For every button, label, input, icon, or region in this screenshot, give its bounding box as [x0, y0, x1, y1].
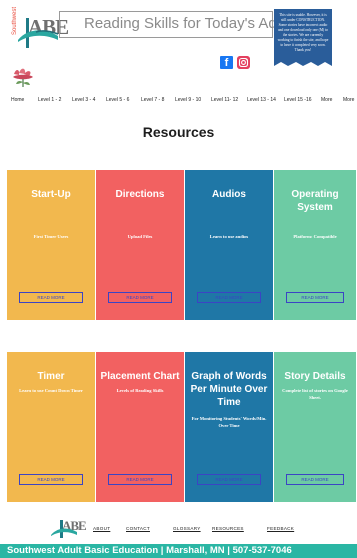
- nav-item-more[interactable]: More: [321, 97, 332, 103]
- card-operating-system: Operating System Platform: Compatible RE…: [274, 170, 356, 320]
- logo-side-text: Southwest: [12, 6, 18, 35]
- card-start-up: Start-Up First Timer Users READ MORE: [7, 170, 95, 320]
- card-subtitle: For Monitoring Students' Words/Min. Over…: [191, 416, 267, 428]
- nav-item-level-13-14[interactable]: Level 13 - 14: [247, 97, 276, 103]
- read-more-button[interactable]: READ MORE: [286, 474, 344, 485]
- footer-link-feedback[interactable]: FEEDBACK: [267, 526, 294, 531]
- card-subtitle: Platform: Compatible: [293, 234, 337, 239]
- footer-link-contact[interactable]: CONTACT: [126, 526, 150, 531]
- nav-item-level-7-8[interactable]: Level 7 - 8: [141, 97, 164, 103]
- read-more-button[interactable]: READ MORE: [19, 292, 83, 303]
- site-title: Reading Skills for Today's Adults: [84, 15, 301, 32]
- construction-notice: This site is usable. However, it is stil…: [274, 9, 332, 61]
- nav-item-more-2[interactable]: More: [343, 97, 354, 103]
- footer-link-glossary[interactable]: GLOSSARY: [173, 526, 201, 531]
- footer-link-resources[interactable]: RESOURCES: [212, 526, 244, 531]
- logo-swoosh-icon: [18, 30, 59, 42]
- read-more-button[interactable]: READ MORE: [108, 292, 172, 303]
- card-audios: Audios Learn to use audios READ MORE: [185, 170, 273, 320]
- card-directions: Directions Upload Files READ MORE: [96, 170, 184, 320]
- card-title: Timer: [37, 371, 65, 382]
- card-title: Audios: [212, 189, 246, 200]
- page-title: Resources: [142, 124, 215, 140]
- card-title: Start-Up: [31, 189, 71, 200]
- nav-item-home[interactable]: Home: [11, 97, 24, 103]
- card-title: Operating System: [291, 189, 339, 213]
- facebook-icon[interactable]: f: [220, 56, 233, 69]
- main-nav: Home Level 1 - 2 Level 3 - 4 Level 5 - 6…: [0, 94, 357, 106]
- footer-link-about[interactable]: ABOUT: [93, 526, 110, 531]
- card-title: Story Details: [284, 371, 346, 382]
- card-subtitle: Learn to use Count Down Timer: [19, 388, 83, 393]
- card-subtitle: First Timer Users: [33, 234, 69, 239]
- card-story-details: Story Details Complete list of stories o…: [274, 352, 356, 502]
- card-subtitle: Levels of Reading Skills: [116, 388, 164, 393]
- footer-contact-bar: Southwest Adult Basic Education | Marsha…: [0, 544, 357, 558]
- card-placement-chart: Placement Chart Levels of Reading Skills…: [96, 352, 184, 502]
- card-graph-of-words: Graph of Words Per Minute Over Time For …: [185, 352, 273, 502]
- card-title: Directions: [115, 189, 165, 200]
- notice-ribbon-edge: [274, 61, 332, 66]
- nav-item-level-5-6[interactable]: Level 5 - 6: [106, 97, 129, 103]
- read-more-button[interactable]: READ MORE: [19, 474, 83, 485]
- read-more-button[interactable]: READ MORE: [108, 474, 172, 485]
- nav-item-level-15-16[interactable]: Level 15 -16: [284, 97, 312, 103]
- card-title: Placement Chart: [100, 371, 180, 382]
- card-title: Graph of Words Per Minute Over Time: [190, 371, 268, 408]
- card-subtitle: Complete list of stories on Google Sheet…: [282, 388, 348, 400]
- card-subtitle: Learn to use audios: [209, 234, 249, 239]
- footer-logo-swoosh-icon: [51, 528, 77, 536]
- read-more-button[interactable]: READ MORE: [286, 292, 344, 303]
- flower-icon: [13, 68, 33, 87]
- nav-item-level-3-4[interactable]: Level 3 - 4: [72, 97, 95, 103]
- nav-item-level-11-12[interactable]: Level 11- 12: [211, 97, 238, 103]
- nav-item-level-1-2[interactable]: Level 1 - 2: [38, 97, 61, 103]
- instagram-icon[interactable]: [237, 56, 250, 69]
- read-more-button[interactable]: READ MORE: [197, 474, 261, 485]
- card-timer: Timer Learn to use Count Down Timer READ…: [7, 352, 95, 502]
- read-more-button[interactable]: READ MORE: [197, 292, 261, 303]
- card-subtitle: Upload Files: [127, 234, 153, 239]
- nav-item-level-9-10[interactable]: Level 9 - 10: [175, 97, 201, 103]
